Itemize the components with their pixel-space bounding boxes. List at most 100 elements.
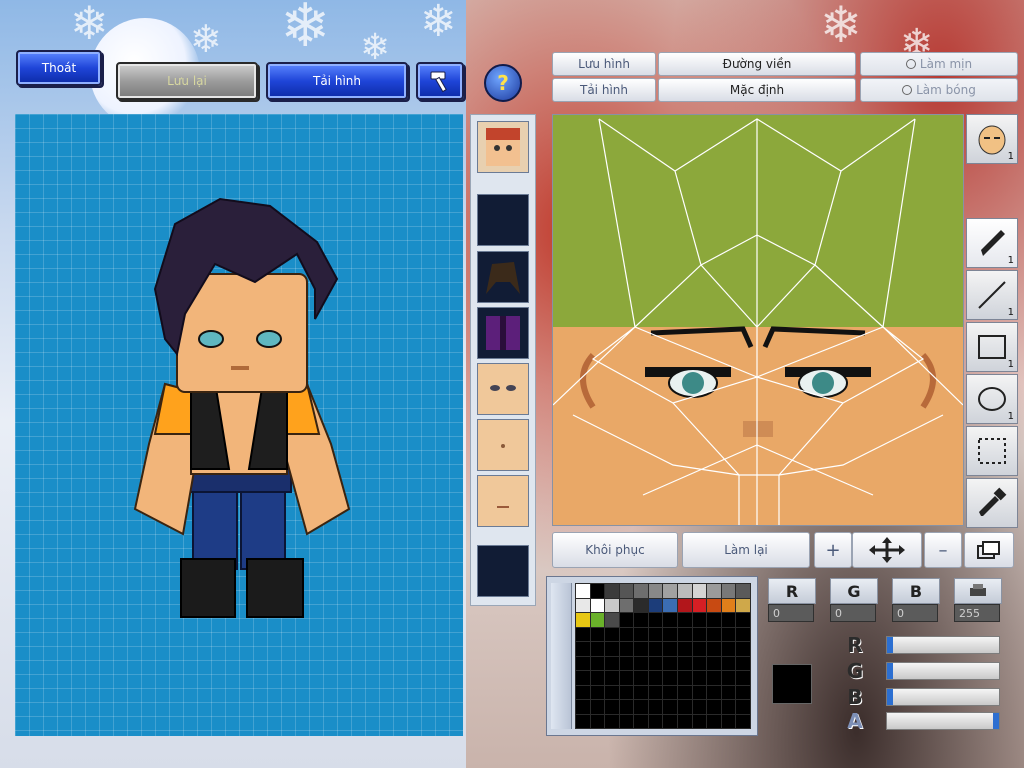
line-tool[interactable]: 1 [966,270,1018,320]
palette-swatch[interactable] [618,597,635,613]
save-texture-button[interactable]: Lưu hình [552,52,656,76]
lower-face-part-thumb[interactable] [477,475,529,527]
select-tool[interactable] [966,426,1018,476]
palette-swatch[interactable] [647,626,664,642]
palette-swatch[interactable] [618,684,635,700]
palette-swatch[interactable] [662,583,679,599]
palette-swatch[interactable] [618,713,635,729]
a-value-field[interactable]: 255 [954,604,1000,622]
palette-swatch[interactable] [720,641,737,657]
palette-swatch[interactable] [662,684,679,700]
g-value-field[interactable]: 0 [830,604,876,622]
palette-swatch[interactable] [633,626,649,642]
g-slider-knob[interactable] [887,663,893,679]
palette-swatch[interactable] [575,713,591,729]
face-preview-tool[interactable]: 1 [966,114,1018,164]
outline-button[interactable]: Đường viền [658,52,856,76]
palette-swatch[interactable] [618,583,635,599]
r-slider[interactable] [886,636,1000,654]
palette-swatch[interactable] [691,641,708,657]
palette-swatch[interactable] [735,641,751,657]
palette-swatch[interactable] [633,684,649,700]
palette-swatch[interactable] [633,612,649,628]
palette-swatch[interactable] [720,626,737,642]
exit-button[interactable]: Thoát [16,50,102,86]
hammer-button[interactable] [416,62,464,100]
palette-swatch[interactable] [677,612,693,628]
palette-swatch[interactable] [677,699,693,715]
palette-swatch[interactable] [691,612,708,628]
palette-swatch[interactable] [720,684,737,700]
palette-swatch[interactable] [677,684,693,700]
palette-swatch[interactable] [706,699,722,715]
palette-swatch[interactable] [618,626,635,642]
palette-swatch[interactable] [575,684,591,700]
ellipse-tool[interactable]: 1 [966,374,1018,424]
palette-swatch[interactable] [633,583,649,599]
palette-swatch[interactable] [735,684,751,700]
palette-swatch[interactable] [575,699,591,715]
load-texture-button[interactable]: Tải hình [552,78,656,102]
palette-swatch[interactable] [604,583,620,599]
palette-swatch[interactable] [575,626,591,642]
restore-button[interactable]: Khôi phục [552,532,678,568]
empty-part-1-thumb[interactable] [477,194,529,246]
a-slider-knob[interactable] [993,713,999,729]
palette-swatch[interactable] [662,670,679,686]
palette-swatch[interactable] [677,641,693,657]
palette-swatch[interactable] [735,655,751,671]
palette-swatch[interactable] [720,713,737,729]
palette-swatch[interactable] [647,699,664,715]
palette-scroll[interactable] [551,583,572,729]
character-preview-canvas[interactable] [15,114,463,736]
palette-swatch[interactable] [677,713,693,729]
move-button[interactable] [852,532,922,568]
palette-swatch[interactable] [662,626,679,642]
palette-swatch[interactable] [647,684,664,700]
palette-swatch[interactable] [691,670,708,686]
face-part-thumb[interactable] [477,363,529,415]
palette-swatch[interactable] [618,641,635,657]
palette-swatch[interactable] [589,684,606,700]
palette-swatch[interactable] [647,641,664,657]
palette-swatch[interactable] [589,699,606,715]
palette-swatch[interactable] [735,583,751,599]
palette-swatch[interactable] [691,713,708,729]
palette-swatch[interactable] [720,583,737,599]
palette-swatch[interactable] [691,626,708,642]
palette-swatch[interactable] [677,670,693,686]
save-button[interactable]: Lưu lại [116,62,258,100]
b-channel-header[interactable]: B [892,578,940,604]
g-channel-header[interactable]: G [830,578,878,604]
palette-swatch[interactable] [677,583,693,599]
palette-swatch[interactable] [720,699,737,715]
palette-swatch[interactable] [706,583,722,599]
palette-swatch[interactable] [604,684,620,700]
palette-swatch[interactable] [706,612,722,628]
palette-swatch[interactable] [633,713,649,729]
palette-swatch[interactable] [647,583,664,599]
palette-swatch[interactable] [735,626,751,642]
palette-swatch[interactable] [677,626,693,642]
jacket-part-thumb[interactable] [477,307,529,359]
palette-swatch[interactable] [691,597,708,613]
r-channel-header[interactable]: R [768,578,816,604]
palette-swatch[interactable] [691,684,708,700]
pen-tool[interactable]: 1 [966,218,1018,268]
palette-swatch[interactable] [618,612,635,628]
palette-grid[interactable] [575,583,751,729]
reload-button[interactable]: Tải hình [266,62,408,100]
r-slider-knob[interactable] [887,637,893,653]
palette-swatch[interactable] [662,612,679,628]
palette-swatch[interactable] [720,655,737,671]
body-part-thumb[interactable] [477,419,529,471]
palette-swatch[interactable] [647,612,664,628]
help-button[interactable]: ? [484,64,522,102]
palette-swatch[interactable] [633,670,649,686]
a-slider[interactable] [886,712,1000,730]
palette-swatch[interactable] [647,713,664,729]
palette-swatch[interactable] [735,612,751,628]
palette-swatch[interactable] [706,684,722,700]
palette-swatch[interactable] [720,670,737,686]
palette-swatch[interactable] [575,583,591,599]
